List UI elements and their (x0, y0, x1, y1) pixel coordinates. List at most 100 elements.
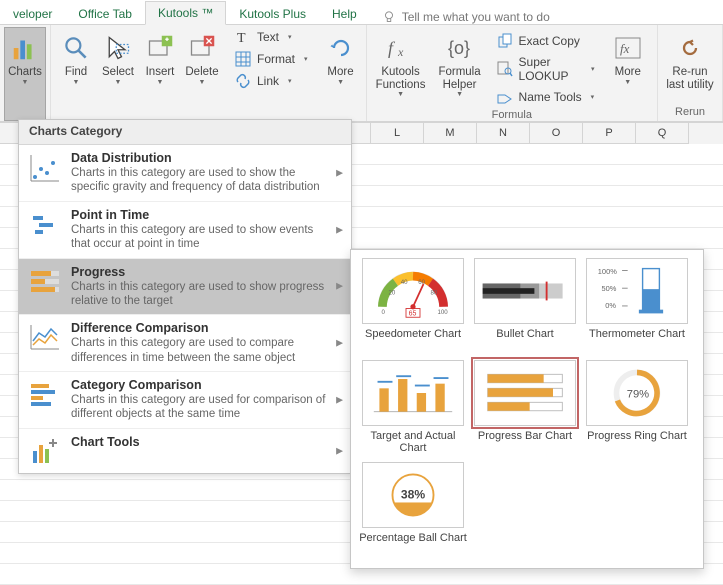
dropdown-caret-icon: ▼ (22, 79, 29, 86)
bullet-chart-option[interactable]: Bullet Chart (469, 256, 581, 358)
category-chart-tools[interactable]: Chart Tools ▶ (19, 429, 351, 473)
svg-text:20: 20 (389, 290, 396, 297)
more-button[interactable]: More ▼ (320, 27, 362, 121)
svg-text:38%: 38% (401, 488, 425, 502)
dropdown-caret-icon: ▾ (591, 94, 595, 101)
redo-icon (674, 32, 706, 64)
dropdown-caret-icon: ▾ (591, 66, 595, 73)
delete-label: Delete (185, 66, 218, 79)
exact-copy-button[interactable]: Exact Copy (495, 31, 597, 51)
svg-text:x: x (397, 45, 404, 59)
rerun-button[interactable]: Re-run last utility (662, 27, 718, 92)
submenu-arrow-icon: ▶ (336, 224, 343, 235)
tag-icon (497, 89, 513, 105)
delete-icon (186, 32, 218, 64)
svg-text:60: 60 (418, 279, 425, 286)
rerun-group-label: Rerun (658, 106, 722, 121)
super-lookup-label: Super LOOKUP (519, 55, 582, 83)
text-label: Text (257, 30, 279, 44)
column-header[interactable]: Q (636, 123, 689, 144)
more2-label: More (615, 66, 641, 79)
dropdown-caret-icon: ▼ (199, 79, 206, 86)
fx-box-icon: fx (612, 32, 644, 64)
helper-label: Formula Helper (434, 66, 486, 91)
select-button[interactable]: Select ▼ (97, 27, 139, 121)
speedometer-chart-option[interactable]: 020 4060 80100 65 Speedometer Chart (357, 256, 469, 358)
lightbulb-icon (382, 10, 396, 24)
delete-button[interactable]: Delete ▼ (181, 27, 223, 121)
submenu-arrow-icon: ▶ (336, 281, 343, 292)
category-title: Difference Comparison (71, 321, 331, 335)
category-progress[interactable]: ProgressCharts in this category are used… (19, 259, 351, 316)
more-formula-button[interactable]: fx More ▼ (603, 27, 653, 109)
dropdown-caret-icon: ▼ (115, 79, 122, 86)
name-tools-label: Name Tools (519, 90, 582, 104)
functions-label: Kutools Functions (373, 66, 429, 91)
tab-kutools-plus[interactable]: Kutools Plus (226, 2, 319, 25)
percentage-ball-chart-option[interactable]: 38% Percentage Ball Chart (357, 460, 469, 562)
chart-option-label: Speedometer Chart (365, 328, 461, 354)
category-title: Category Comparison (71, 378, 331, 392)
category-data-distribution[interactable]: Data DistributionCharts in this category… (19, 145, 351, 202)
chart-option-label: Thermometer Chart (589, 328, 685, 354)
svg-text:fx: fx (620, 41, 630, 56)
insert-button[interactable]: Insert ▼ (139, 27, 181, 121)
link-button[interactable]: Link▾ (233, 71, 310, 91)
rerun-label: Re-run last utility (662, 66, 718, 91)
dropdown-caret-icon: ▼ (73, 79, 80, 86)
progress-ring-chart-option[interactable]: 79% Progress Ring Chart (581, 358, 693, 460)
charts-icon (9, 32, 41, 64)
submenu-arrow-icon: ▶ (336, 167, 343, 178)
cursor-icon (102, 32, 134, 64)
formula-helper-button[interactable]: {ο} Formula Helper ▼ (431, 27, 489, 109)
select-label: Select (102, 66, 134, 79)
category-difference-comparison[interactable]: Difference ComparisonCharts in this cate… (19, 315, 351, 372)
svg-text:{ο}: {ο} (448, 38, 470, 58)
dropdown-caret-icon: ▼ (337, 79, 344, 86)
format-button[interactable]: Format▾ (233, 49, 310, 69)
progress-charts-flyout: 020 4060 80100 65 Speedometer Chart (350, 249, 704, 569)
charts-button[interactable]: Charts ▼ (4, 27, 46, 121)
text-icon: T (235, 29, 251, 45)
find-button[interactable]: Find ▼ (55, 27, 97, 121)
category-point-in-time[interactable]: Point in TimeCharts in this category are… (19, 202, 351, 259)
column-header[interactable]: M (424, 123, 477, 144)
fx-icon: fx (385, 32, 417, 64)
super-lookup-button[interactable]: Super LOOKUP ▾ (495, 53, 597, 85)
kutools-functions-button[interactable]: fx Kutools Functions ▼ (371, 27, 431, 109)
tab-help[interactable]: Help (319, 2, 370, 25)
tab-office-tab[interactable]: Office Tab (65, 2, 145, 25)
tab-kutools[interactable]: Kutools ™ (145, 1, 226, 25)
svg-text:T: T (237, 31, 246, 45)
format-label: Format (257, 52, 295, 66)
svg-text:65: 65 (409, 311, 417, 318)
progress-bar-chart-option[interactable]: Progress Bar Chart (469, 358, 581, 460)
svg-text:79%: 79% (627, 389, 649, 401)
svg-text:100: 100 (438, 309, 449, 316)
grid-icon (235, 51, 251, 67)
tell-me-search[interactable]: Tell me what you want to do (370, 10, 550, 24)
chart-option-label: Progress Bar Chart (478, 430, 572, 456)
target-actual-chart-option[interactable]: Target and Actual Chart (357, 358, 469, 460)
thermometer-chart-option[interactable]: 100% 50% 0% Thermometer Chart (581, 256, 693, 358)
category-title: Chart Tools (71, 435, 331, 449)
name-tools-button[interactable]: Name Tools ▾ (495, 87, 597, 107)
category-desc: Charts in this category are used to show… (71, 223, 331, 252)
column-header[interactable]: P (583, 123, 636, 144)
category-desc: Charts in this category are used for com… (71, 393, 331, 422)
dropdown-caret-icon: ▼ (397, 91, 404, 98)
column-header[interactable]: N (477, 123, 530, 144)
category-title: Data Distribution (71, 151, 331, 165)
dropdown-caret-icon: ▾ (288, 78, 292, 85)
category-category-comparison[interactable]: Category ComparisonCharts in this catego… (19, 372, 351, 429)
tab-developer[interactable]: veloper (0, 2, 65, 25)
column-header[interactable]: L (371, 123, 424, 144)
column-header[interactable]: O (530, 123, 583, 144)
progress-bar-thumb (474, 360, 576, 426)
rotate-icon (325, 32, 357, 64)
svg-text:0%: 0% (605, 301, 616, 310)
category-desc: Charts in this category are used to show… (71, 166, 331, 195)
comparison-icon (29, 378, 61, 410)
text-button[interactable]: T Text▾ (233, 27, 310, 47)
svg-text:80: 80 (431, 290, 438, 297)
